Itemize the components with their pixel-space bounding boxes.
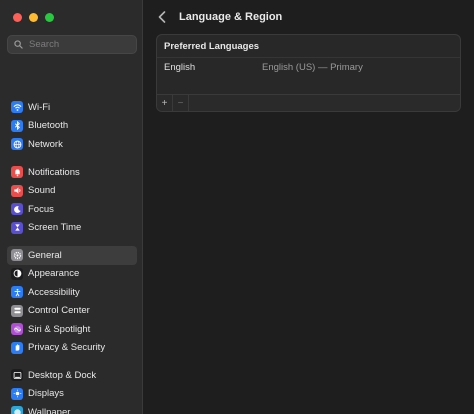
settings-window: Wi-Fi Bluetooth Network Notifications Sound F… <box>0 0 474 414</box>
sidebar-item-sound[interactable]: Sound <box>7 182 137 201</box>
sidebar-item-label: Control Center <box>28 305 90 317</box>
hourglass-icon <box>11 221 23 234</box>
sidebar: Wi-Fi Bluetooth Network Notifications Sound F… <box>0 0 143 414</box>
sidebar-item-label: Wallpaper <box>28 406 71 414</box>
bluetooth-icon <box>11 119 23 132</box>
dock-icon <box>11 369 23 382</box>
sidebar-item-label: Screen Time <box>28 222 82 234</box>
sidebar-item-label: Displays <box>28 388 64 400</box>
sidebar-item-label: Appearance <box>28 268 80 280</box>
sidebar-item-label: Notifications <box>28 166 80 178</box>
wallpaper-icon <box>11 406 23 414</box>
search-icon <box>14 40 23 49</box>
sidebar-item-desktop-and-dock[interactable]: Desktop & Dock <box>7 366 137 385</box>
gear-icon <box>11 249 23 262</box>
sidebar-item-screen-time[interactable]: Screen Time <box>7 219 137 238</box>
language-detail: English (US) — Primary <box>262 61 363 73</box>
sidebar-item-label: Bluetooth <box>28 120 69 132</box>
appearance-icon <box>11 267 23 280</box>
preferred-languages-panel: Preferred Languages English English (US)… <box>156 34 461 112</box>
speaker-icon <box>11 184 23 197</box>
close-button[interactable] <box>13 13 22 22</box>
add-language-button[interactable]: + <box>157 95 173 111</box>
page-title: Language & Region <box>179 11 283 23</box>
sidebar-item-control-center[interactable]: Control Center <box>7 302 137 321</box>
sidebar-item-label: General <box>28 249 62 261</box>
sidebar-item-label: Accessibility <box>28 286 80 298</box>
sidebar-item-label: Wi-Fi <box>28 101 51 113</box>
sidebar-group: Notifications Sound Focus Screen Time <box>7 163 137 237</box>
chevron-left-icon <box>158 11 166 23</box>
sidebar-item-accessibility[interactable]: Accessibility <box>7 283 137 302</box>
sidebar-item-wi-fi[interactable]: Wi-Fi <box>7 98 137 117</box>
sidebar-item-privacy-and-security[interactable]: Privacy & Security <box>7 339 137 358</box>
control-center-icon <box>11 304 23 317</box>
sidebar-item-network[interactable]: Network <box>7 135 137 154</box>
remove-language-button[interactable]: − <box>173 95 189 111</box>
search-input[interactable] <box>29 39 129 50</box>
sun-icon <box>11 387 23 400</box>
hand-icon <box>11 341 23 354</box>
panel-title: Preferred Languages <box>157 35 460 58</box>
sidebar-item-general[interactable]: General <box>7 246 137 265</box>
sidebar-group: Desktop & Dock Displays Wallpaper <box>7 366 137 414</box>
zoom-button[interactable] <box>45 13 54 22</box>
globe-icon <box>11 138 23 151</box>
toolbar: Language & Region <box>155 9 282 25</box>
sidebar-item-wallpaper[interactable]: Wallpaper <box>7 403 137 414</box>
minimize-button[interactable] <box>29 13 38 22</box>
language-name: English <box>164 61 196 73</box>
language-row[interactable]: English English (US) — Primary <box>157 58 460 76</box>
sidebar-item-label: Sound <box>28 185 56 197</box>
sidebar-group: General Appearance Accessibility Control Ce… <box>7 246 137 357</box>
back-button[interactable] <box>155 9 169 25</box>
sidebar-item-appearance[interactable]: Appearance <box>7 265 137 284</box>
sidebar-group: Wi-Fi Bluetooth Network <box>7 98 137 154</box>
search-field[interactable] <box>7 35 137 54</box>
accessibility-icon <box>11 286 23 299</box>
sidebar-item-label: Network <box>28 138 63 150</box>
moon-icon <box>11 203 23 216</box>
panel-footer: + − <box>157 94 460 111</box>
sidebar-item-bluetooth[interactable]: Bluetooth <box>7 117 137 136</box>
wifi-icon <box>11 101 23 114</box>
sidebar-item-label: Privacy & Security <box>28 342 106 354</box>
sidebar-item-label: Siri & Spotlight <box>28 323 91 335</box>
main-content: Language & Region Preferred Languages En… <box>143 0 474 414</box>
sidebar-item-displays[interactable]: Displays <box>7 385 137 404</box>
sidebar-item-label: Focus <box>28 203 54 215</box>
traffic-lights <box>13 13 54 22</box>
bell-icon <box>11 166 23 179</box>
sidebar-item-notifications[interactable]: Notifications <box>7 163 137 182</box>
sidebar-item-label: Desktop & Dock <box>28 369 97 381</box>
sidebar-item-focus[interactable]: Focus <box>7 200 137 219</box>
sidebar-item-siri-and-spotlight[interactable]: Siri & Spotlight <box>7 320 137 339</box>
siri-icon <box>11 323 23 336</box>
